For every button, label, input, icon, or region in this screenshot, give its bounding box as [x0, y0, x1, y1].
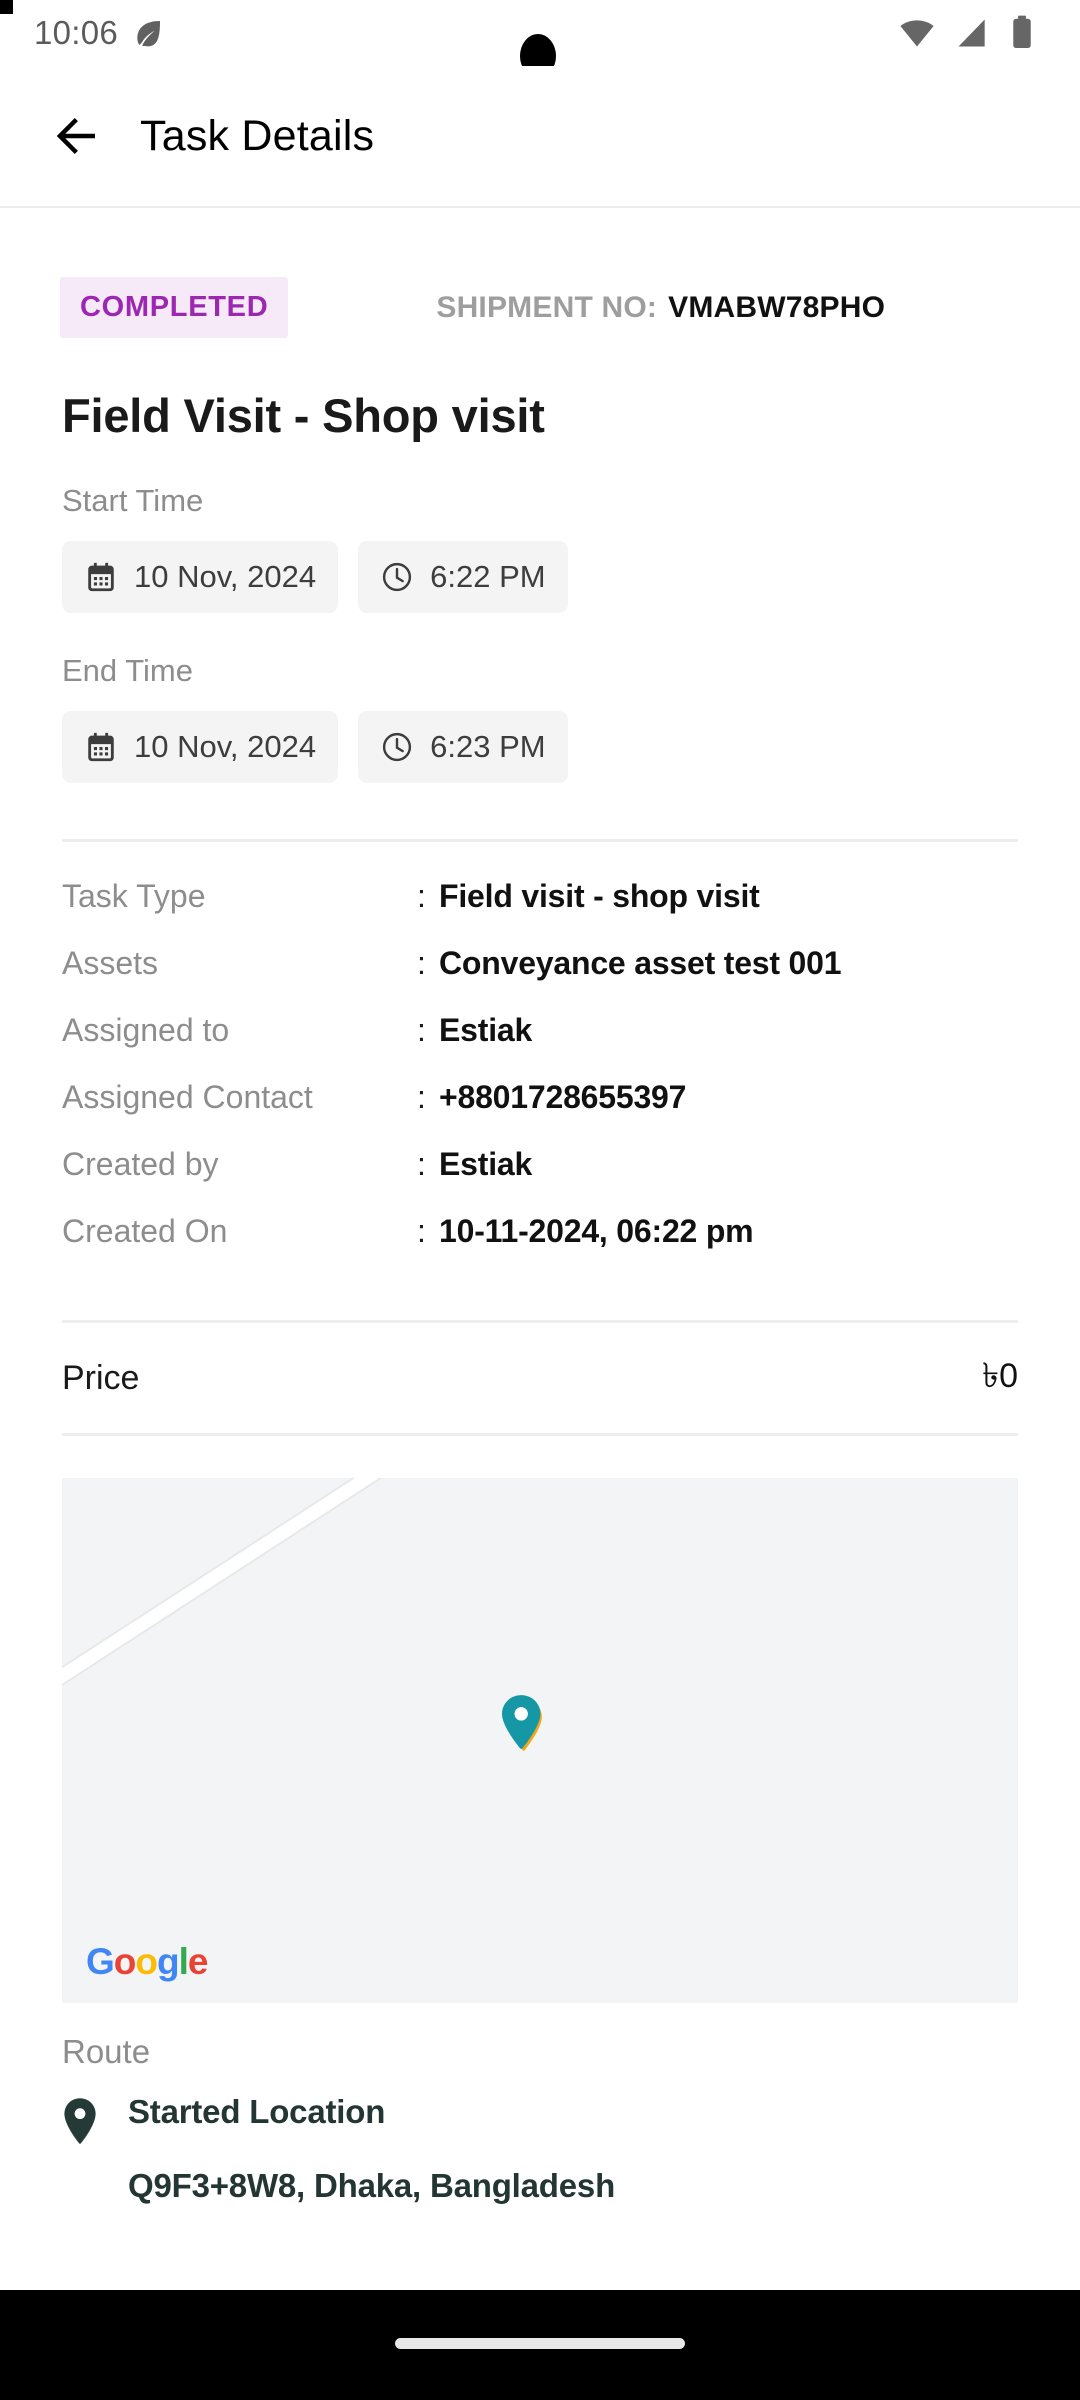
system-navigation-bar: [0, 2290, 1080, 2400]
calendar-icon: [88, 562, 114, 592]
start-time-label: Start Time: [62, 483, 204, 518]
status-bar: 10:06: [0, 0, 1080, 78]
detail-key: Task Type: [62, 878, 206, 914]
back-arrow-icon: [56, 118, 95, 154]
table-row: Assigned to : Estiak: [62, 1012, 1018, 1079]
route-section-title: Route: [62, 2033, 151, 2070]
calendar-icon: [88, 732, 114, 762]
wifi-icon: [900, 20, 934, 47]
end-date-value: 10 Nov, 2024: [134, 729, 317, 764]
detail-value: Field visit - shop visit: [439, 878, 760, 914]
task-details-content: COMPLETED SHIPMENT NO: VMABW78PHO Field …: [0, 210, 1080, 2290]
app-bar: Task Details: [0, 66, 1080, 208]
status-bar-left: 10:06: [34, 14, 164, 52]
route-stop-name: Started Location: [128, 2093, 386, 2130]
start-date-value: 10 Nov, 2024: [134, 559, 317, 594]
page-title: Task Details: [140, 111, 375, 160]
start-time-value: 6:22 PM: [430, 559, 546, 594]
map-pin-marker[interactable]: [500, 1693, 546, 1751]
detail-key: Created On: [62, 1213, 228, 1249]
start-time-group: Start Time 10 Nov, 2024 6:22 PM: [0, 483, 1080, 613]
phone-screen: 10:06 Task Details COMPLETED SHIPMENT NO…: [0, 0, 1080, 2400]
table-row: Task Type : Field visit - shop visit: [62, 878, 1018, 945]
detail-value: 10-11-2024, 06:22 pm: [439, 1213, 754, 1249]
price-label: Price: [62, 1358, 140, 1397]
location-pin-icon: [62, 2093, 108, 2205]
task-title: Field Visit - Shop visit: [62, 389, 545, 442]
end-date-chip[interactable]: 10 Nov, 2024: [62, 711, 339, 783]
detail-separator: :: [417, 1079, 426, 1115]
shipment-number: SHIPMENT NO: VMABW78PHO: [436, 291, 885, 325]
detail-separator: :: [417, 945, 426, 981]
detail-value: Estiak: [439, 1146, 533, 1182]
table-row: Created On : 10-11-2024, 06:22 pm: [62, 1213, 1018, 1280]
price-row: Price ৳0: [0, 1323, 1080, 1433]
table-row: Assets : Conveyance asset test 001: [62, 945, 1018, 1012]
status-shipment-row: COMPLETED SHIPMENT NO: VMABW78PHO: [0, 277, 1080, 338]
divider-above-details: [62, 839, 1018, 842]
detail-separator: :: [417, 878, 426, 914]
status-badge: COMPLETED: [60, 277, 289, 338]
divider-below-price: [62, 1433, 1018, 1436]
end-time-chips: 10 Nov, 2024 6:23 PM: [62, 711, 1018, 783]
detail-separator: :: [417, 1213, 426, 1249]
status-bar-right: [898, 14, 1054, 52]
end-time-value: 6:23 PM: [430, 729, 546, 764]
detail-key: Assigned Contact: [62, 1079, 313, 1115]
route-stop-texts: Started Location Q9F3+8W8, Dhaka, Bangla…: [128, 2093, 615, 2205]
detail-value: +8801728655397: [439, 1079, 687, 1115]
cellular-signal-icon: [958, 19, 985, 47]
end-time-chip[interactable]: 6:23 PM: [358, 711, 568, 783]
leaf-icon: [132, 17, 164, 49]
clock-icon: [383, 562, 412, 592]
detail-key: Created by: [62, 1146, 219, 1182]
start-date-chip[interactable]: 10 Nov, 2024: [62, 541, 339, 613]
start-time-chips: 10 Nov, 2024 6:22 PM: [62, 541, 1018, 613]
detail-separator: :: [417, 1146, 426, 1182]
home-indicator-pill[interactable]: [395, 2338, 685, 2349]
shipment-value: VMABW78PHO: [668, 290, 886, 324]
detail-separator: :: [417, 1012, 426, 1048]
route-stop-address: Q9F3+8W8, Dhaka, Bangladesh: [128, 2167, 616, 2204]
map-road: [62, 1478, 1018, 1859]
task-location-map[interactable]: Google Google: [62, 1478, 1018, 2003]
clock-icon: [383, 732, 412, 762]
task-detail-table: Task Type : Field visit - shop visit Ass…: [0, 878, 1080, 1280]
google-logo: Google: [86, 1941, 208, 1982]
detail-key: Assigned to: [62, 1012, 230, 1048]
detail-value: Conveyance asset test 001: [439, 945, 842, 981]
end-time-group: End Time 10 Nov, 2024 6:23 PM: [0, 653, 1080, 783]
back-button[interactable]: [18, 77, 136, 195]
detail-value: Estiak: [439, 1012, 533, 1048]
end-time-label: End Time: [62, 653, 193, 688]
table-row: Created by : Estiak: [62, 1146, 1018, 1213]
status-bar-clock: 10:06: [34, 14, 119, 51]
battery-icon: [1013, 15, 1031, 49]
shipment-label: SHIPMENT NO:: [436, 290, 658, 324]
start-time-chip[interactable]: 6:22 PM: [358, 541, 568, 613]
route-stop-item[interactable]: Started Location Q9F3+8W8, Dhaka, Bangla…: [0, 2093, 1080, 2205]
detail-key: Assets: [62, 945, 159, 981]
table-row: Assigned Contact : +8801728655397: [62, 1079, 1018, 1146]
screen-corner-artifact: [0, 0, 13, 14]
price-value: ৳0: [982, 1356, 1018, 1395]
